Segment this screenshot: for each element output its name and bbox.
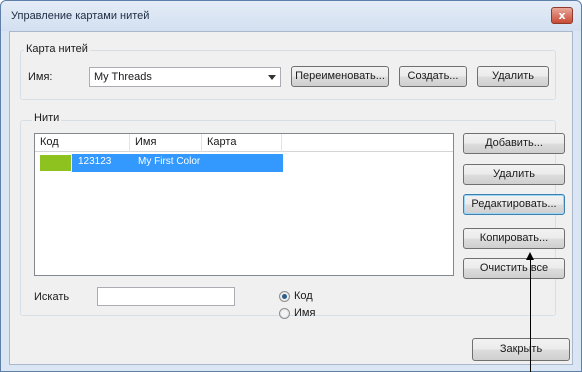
column-header-code[interactable]: Код bbox=[35, 134, 130, 152]
threads-list-header: Код Имя Карта bbox=[35, 134, 453, 152]
thread-name: My First Color bbox=[138, 156, 201, 167]
close-window-button[interactable]: x bbox=[551, 7, 573, 24]
thread-map-dialog: Управление картами нитей x Карта нитей И… bbox=[0, 0, 582, 372]
window-title: Управление картами нитей bbox=[11, 10, 150, 22]
search-by-name-label[interactable]: Имя bbox=[294, 307, 315, 319]
name-label: Имя: bbox=[28, 71, 53, 83]
chevron-down-icon bbox=[268, 75, 276, 80]
search-by-code-label[interactable]: Код bbox=[294, 290, 313, 302]
delete-map-button[interactable]: Удалить bbox=[477, 66, 549, 87]
thread-map-group-label: Карта нитей bbox=[24, 43, 90, 55]
annotation-arrow-head-icon bbox=[526, 252, 534, 260]
column-header-name[interactable]: Имя bbox=[130, 134, 202, 152]
search-label: Искать bbox=[34, 291, 70, 303]
add-thread-button[interactable]: Добавить... bbox=[463, 133, 565, 154]
delete-thread-button[interactable]: Удалить bbox=[463, 164, 565, 185]
close-button[interactable]: Закрыть bbox=[472, 338, 570, 361]
create-button[interactable]: Создать... bbox=[399, 66, 467, 87]
close-icon: x bbox=[558, 9, 566, 22]
annotation-arrow-line bbox=[530, 259, 531, 372]
search-by-name-radio[interactable] bbox=[279, 308, 290, 319]
thread-color-swatch bbox=[40, 155, 71, 171]
rename-button[interactable]: Переименовать... bbox=[291, 66, 389, 87]
copy-thread-button[interactable]: Копировать... bbox=[463, 228, 565, 249]
edit-thread-button[interactable]: Редактировать... bbox=[463, 194, 565, 215]
dialog-body: Карта нитей Имя: My Threads Переименоват… bbox=[9, 31, 573, 365]
thread-code: 123123 bbox=[78, 156, 112, 167]
clear-all-button[interactable]: Очистить все bbox=[463, 258, 565, 279]
column-header-map[interactable]: Карта bbox=[202, 134, 282, 152]
search-input[interactable] bbox=[97, 287, 235, 306]
threads-group-label: Нити bbox=[32, 112, 62, 124]
title-bar[interactable]: Управление картами нитей x bbox=[1, 1, 581, 31]
threads-list[interactable]: Код Имя Карта 123123 My First Color bbox=[34, 133, 454, 276]
thread-map-select[interactable]: My Threads bbox=[89, 67, 281, 87]
search-by-code-radio[interactable] bbox=[279, 291, 290, 302]
thread-map-select-value: My Threads bbox=[94, 71, 152, 83]
thread-row[interactable]: 123123 My First Color bbox=[36, 154, 284, 172]
